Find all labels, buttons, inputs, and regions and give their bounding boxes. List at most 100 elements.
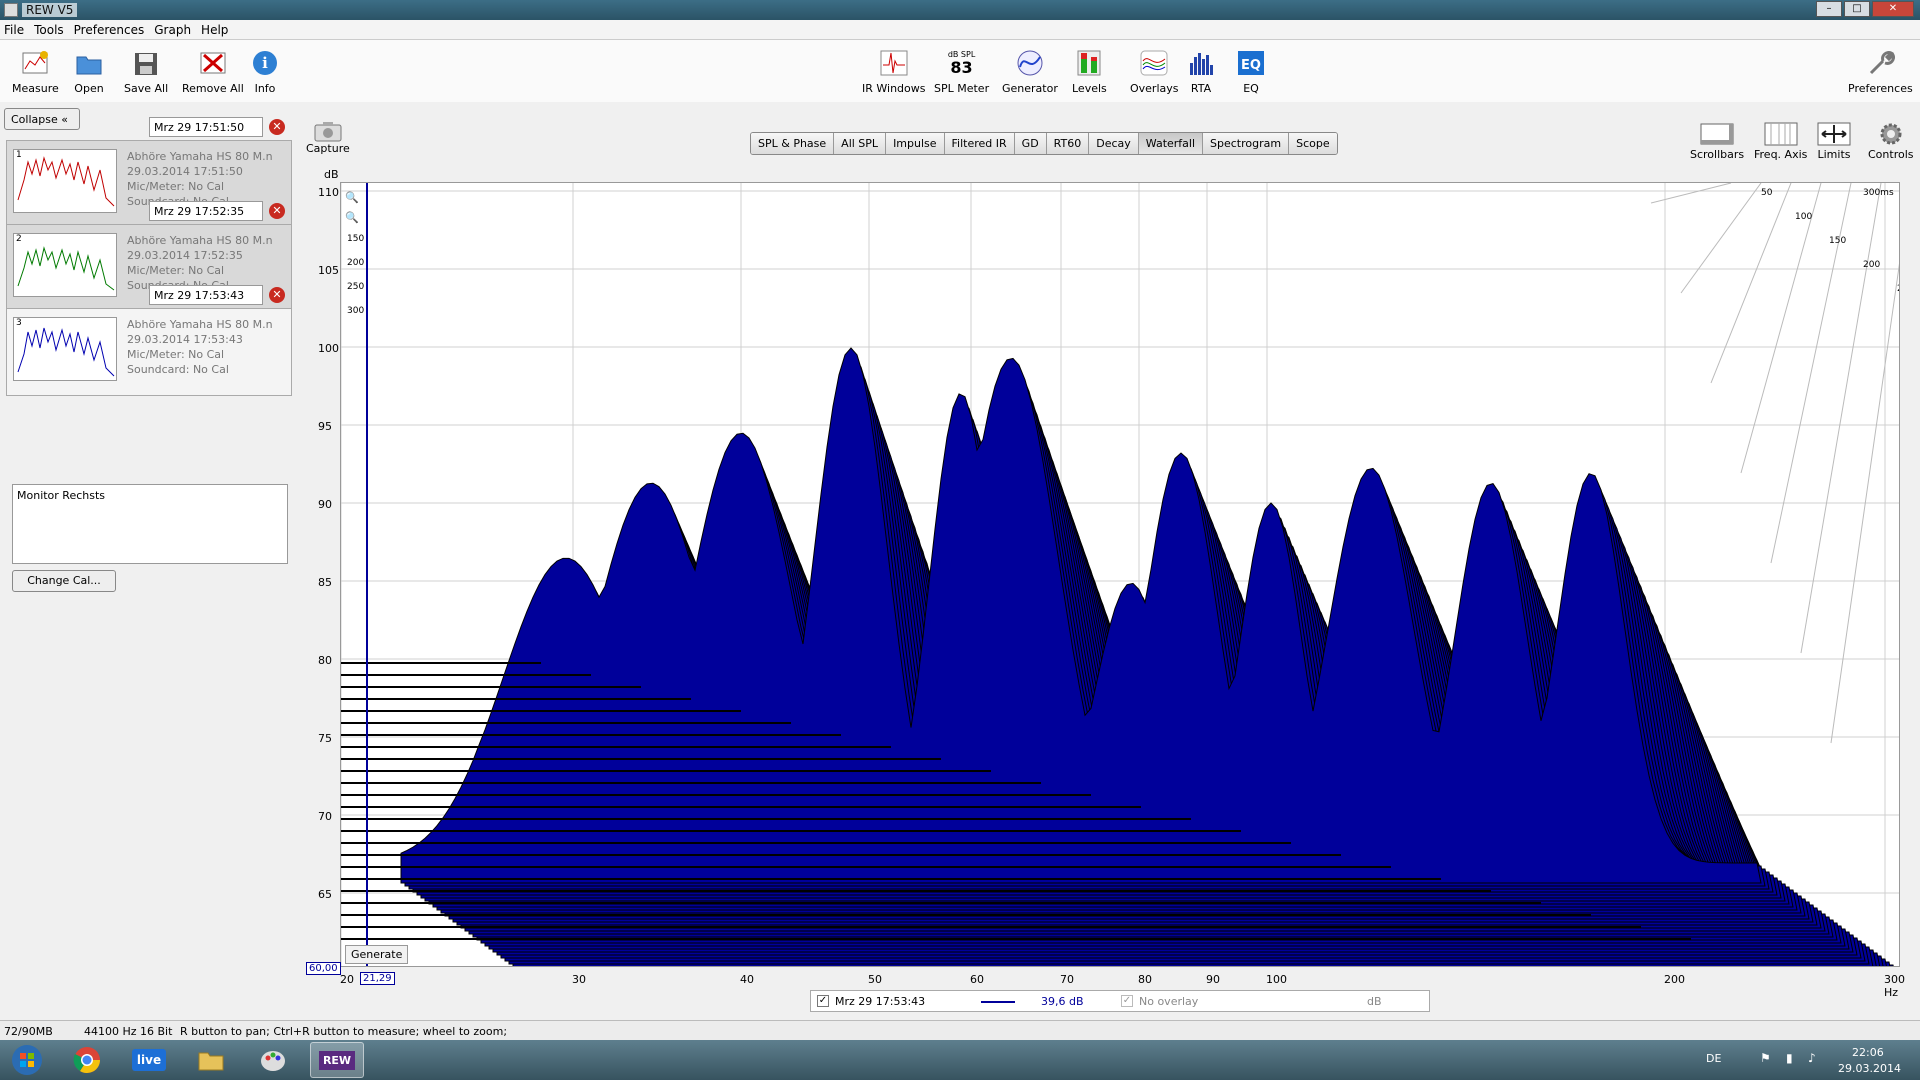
remove-measurement-icon[interactable]: ✕: [269, 119, 285, 135]
tray-flag-icon[interactable]: ⚑: [1760, 1051, 1771, 1065]
measurement-notes-field[interactable]: Monitor Rechsts: [12, 484, 288, 564]
freq-axis-icon: [1763, 120, 1799, 148]
y-tick-label: 100: [318, 342, 339, 355]
minimize-button[interactable]: –: [1816, 1, 1842, 17]
x-tick-label: 20: [340, 973, 354, 986]
rta-button[interactable]: RTA: [1186, 48, 1216, 95]
clock-time[interactable]: 22:06: [1852, 1046, 1884, 1059]
depth-label-right: 50: [1761, 188, 1773, 198]
folder-icon: [198, 1052, 224, 1071]
controls-button[interactable]: Controls: [1868, 120, 1914, 161]
overlays-button[interactable]: Overlays: [1130, 48, 1179, 95]
paint-taskbar-button[interactable]: [246, 1042, 300, 1078]
measurement-date-field[interactable]: Mrz 29 17:52:35: [149, 201, 263, 221]
x-tick-label: 200: [1664, 973, 1685, 986]
explorer-taskbar-button[interactable]: [184, 1042, 238, 1078]
menu-graph[interactable]: Graph: [154, 23, 191, 37]
measure-icon: [20, 48, 50, 78]
remove-all-icon: [198, 48, 228, 78]
info-icon: i: [250, 48, 280, 78]
tab-waterfall[interactable]: Waterfall: [1138, 133, 1204, 154]
generate-button[interactable]: Generate: [345, 945, 409, 964]
depth-end-label: 300ms: [1863, 188, 1894, 198]
tab-all-spl[interactable]: All SPL: [834, 133, 887, 154]
remove-measurement-icon[interactable]: ✕: [269, 203, 285, 219]
levels-button[interactable]: Levels: [1072, 48, 1107, 95]
capture-button[interactable]: Capture: [306, 120, 350, 155]
tray-network-icon[interactable]: ▮: [1786, 1051, 1793, 1065]
camera-icon: [314, 122, 342, 142]
app-icon: [4, 3, 18, 17]
remove-measurement-icon[interactable]: ✕: [269, 287, 285, 303]
waterfall-graph[interactable]: 15020025030050100150200250300300ms 🔍 🔍 G…: [340, 182, 1914, 998]
rta-icon: [1186, 48, 1216, 78]
x-tick-label: 80: [1138, 973, 1152, 986]
tab-decay[interactable]: Decay: [1089, 133, 1139, 154]
open-button[interactable]: Open: [74, 48, 104, 95]
start-button[interactable]: [2, 1042, 52, 1078]
save-all-button[interactable]: Save All: [124, 48, 168, 95]
rew-taskbar-button[interactable]: REW: [310, 1042, 364, 1078]
windows-logo-icon: [12, 1045, 42, 1075]
info-button[interactable]: i Info: [250, 48, 280, 95]
measure-button[interactable]: Measure: [12, 48, 59, 95]
measurement-info: Abhöre Yamaha HS 80 M.n 29.03.2014 17:52…: [127, 234, 273, 292]
remove-all-button[interactable]: Remove All: [182, 48, 244, 95]
y-axis-unit: dB: [324, 168, 339, 181]
close-button[interactable]: ✕: [1872, 1, 1914, 17]
zoom-in-icon[interactable]: 🔍: [345, 191, 359, 204]
eq-button[interactable]: EQ EQ: [1236, 48, 1266, 95]
overlays-icon: [1139, 48, 1169, 78]
measurement-date-field[interactable]: Mrz 29 17:53:43: [149, 285, 263, 305]
waterfall-plot[interactable]: 15020025030050100150200250300300ms: [340, 182, 1914, 998]
window-controls: – □ ✕: [1816, 1, 1914, 17]
language-indicator[interactable]: DE: [1706, 1052, 1721, 1065]
overlay-checkbox[interactable]: ✓: [1121, 995, 1133, 1007]
tab-filtered-ir[interactable]: Filtered IR: [944, 133, 1015, 154]
ir-windows-button[interactable]: IR Windows: [862, 48, 926, 95]
tab-rt60[interactable]: RT60: [1046, 133, 1090, 154]
menu-file[interactable]: File: [4, 23, 24, 37]
legend-value: 39,6 dB: [1041, 995, 1084, 1008]
tab-spl-phase[interactable]: SPL & Phase: [751, 133, 835, 154]
measurement-thumbnail: 3: [13, 317, 117, 381]
collapse-button[interactable]: Collapse «: [4, 108, 80, 130]
depth-label-right: 250: [1897, 284, 1899, 294]
window-title: REW V5: [22, 3, 78, 17]
spl-meter-button[interactable]: dB SPL 83 SPL Meter: [934, 48, 989, 95]
tray-volume-icon[interactable]: ♪: [1808, 1051, 1816, 1065]
legend-checkbox[interactable]: ✓: [817, 995, 829, 1007]
generator-button[interactable]: Generator: [1002, 48, 1058, 95]
measurement-card-3[interactable]: Mrz 29 17:53:43 ✕ 3 Abhöre Yamaha HS 80 …: [6, 285, 292, 396]
tab-spectrogram[interactable]: Spectrogram: [1203, 133, 1290, 154]
x-tick-label: 100: [1266, 973, 1287, 986]
menu-tools[interactable]: Tools: [34, 23, 64, 37]
menu-preferences[interactable]: Preferences: [74, 23, 145, 37]
svg-text:EQ: EQ: [1241, 58, 1261, 73]
limits-button[interactable]: Limits: [1816, 120, 1852, 161]
measurement-date-field[interactable]: Mrz 29 17:51:50: [149, 117, 263, 137]
measurement-thumbnail: 1: [13, 149, 117, 213]
freq-axis-button[interactable]: Freq. Axis: [1754, 120, 1807, 161]
chrome-taskbar-button[interactable]: [60, 1042, 114, 1078]
y-tick-label: 65: [318, 888, 332, 901]
menu-help[interactable]: Help: [201, 23, 228, 37]
scrollbars-button[interactable]: Scrollbars: [1690, 120, 1744, 161]
ir-windows-icon: [879, 48, 909, 78]
y-tick-label: 70: [318, 810, 332, 823]
change-cal-button[interactable]: Change Cal...: [12, 570, 116, 592]
collapse-chevron-icon: «: [61, 113, 68, 126]
live-taskbar-button[interactable]: live: [122, 1042, 176, 1078]
zoom-out-icon[interactable]: 🔍: [345, 211, 359, 224]
overlay-label: No overlay: [1139, 995, 1199, 1008]
tab-gd[interactable]: GD: [1014, 133, 1047, 154]
legend-series-name: Mrz 29 17:53:43: [835, 995, 926, 1008]
maximize-button[interactable]: □: [1844, 1, 1870, 17]
tab-impulse[interactable]: Impulse: [886, 133, 945, 154]
legend-unit: dB: [1367, 995, 1382, 1008]
clock-date[interactable]: 29.03.2014: [1838, 1062, 1901, 1075]
depth-label-left: 300: [347, 306, 364, 316]
y-tick-label: 105: [318, 264, 339, 277]
preferences-button[interactable]: Preferences: [1848, 48, 1913, 95]
tab-scope[interactable]: Scope: [1289, 133, 1337, 154]
